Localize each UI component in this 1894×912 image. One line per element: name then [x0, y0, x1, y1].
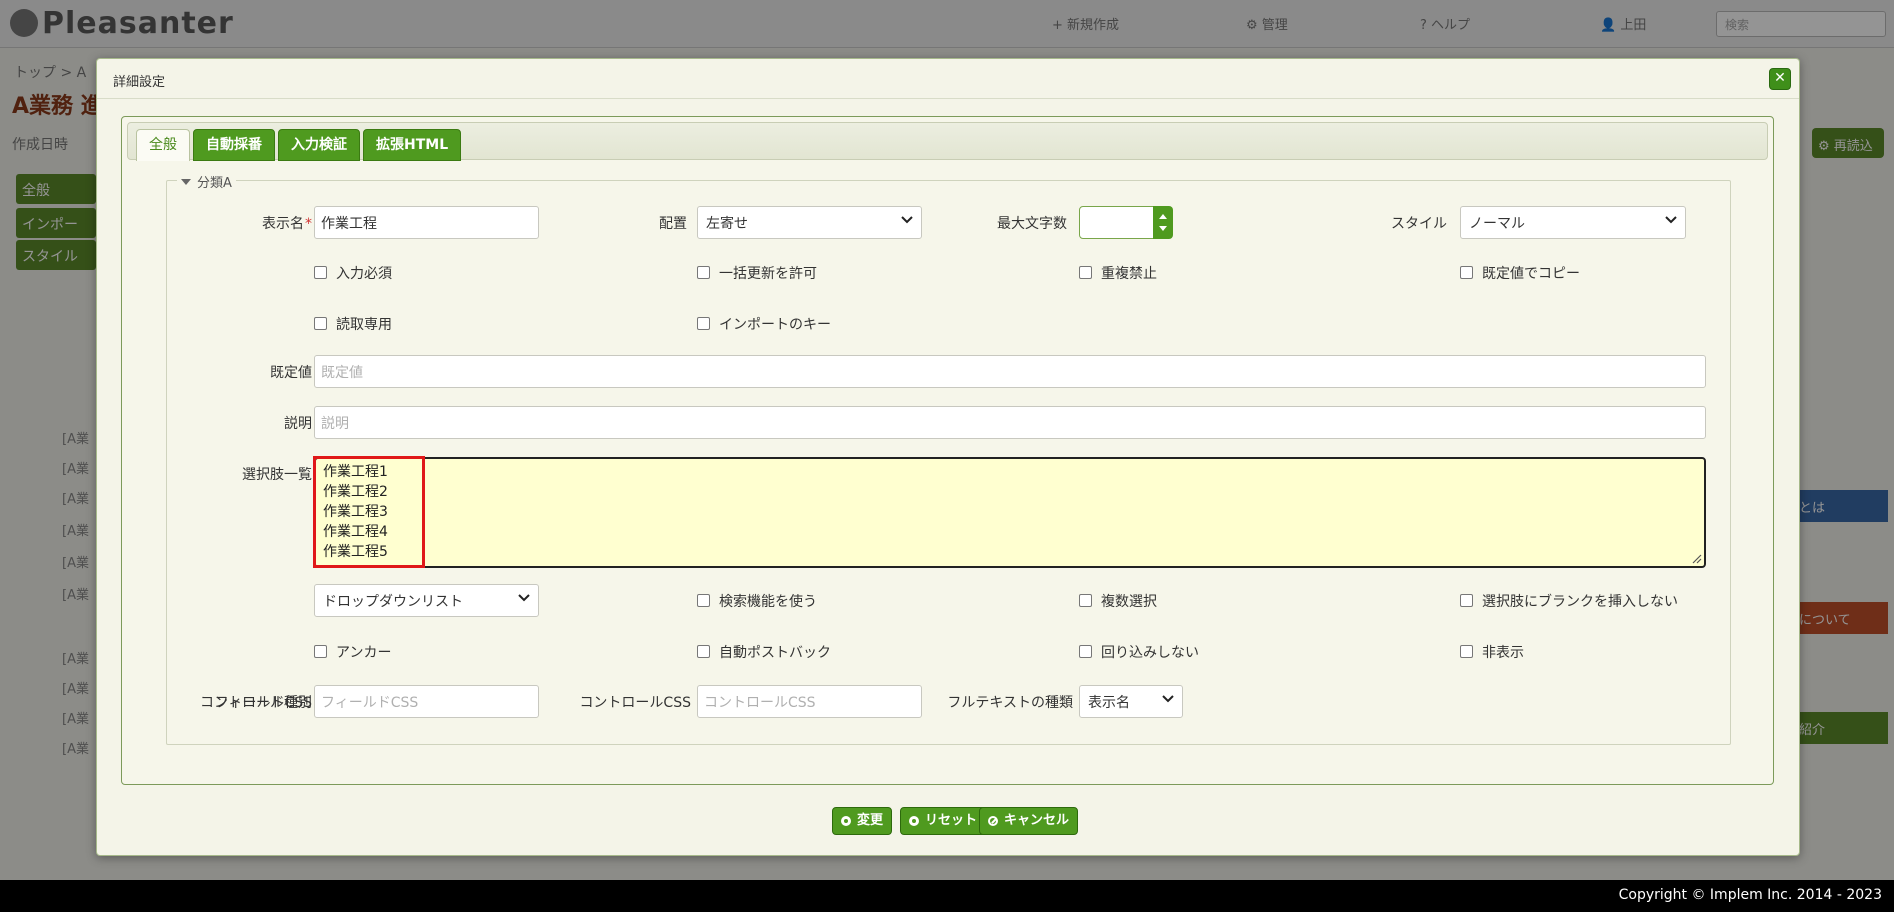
fulltext-type-select[interactable]: 表示名 — [1079, 685, 1183, 718]
cancel-button[interactable]: キャンセル — [979, 807, 1079, 835]
fieldset-category-a: 分類A 表示名* 作業工程 配置 左寄せ 最大文字数 スタイル ノーマル 入力必… — [166, 172, 1731, 745]
highlight-box — [313, 456, 425, 568]
checkbox-box[interactable] — [1079, 594, 1092, 607]
control-css-label: コントロールCSS — [579, 695, 691, 711]
stepper-up-icon[interactable] — [1159, 214, 1167, 219]
checkbox-import-key[interactable]: インポートのキー — [697, 314, 831, 334]
checkbox-box[interactable] — [1460, 266, 1473, 279]
checkbox-box[interactable] — [1079, 645, 1092, 658]
dialog-title: 詳細設定 — [113, 75, 166, 90]
choices-textarea[interactable]: 作業工程1 作業工程2 作業工程3 作業工程4 作業工程5 — [314, 457, 1706, 568]
default-value-input[interactable]: 既定値 — [314, 355, 1706, 388]
max-length-stepper[interactable] — [1079, 206, 1173, 239]
checkbox-box[interactable] — [697, 594, 710, 607]
max-length-label: 最大文字数 — [997, 216, 1067, 232]
checkbox-copy-default[interactable]: 既定値でコピー — [1460, 263, 1580, 283]
reset-button[interactable]: リセット — [900, 807, 987, 835]
checkbox-box[interactable] — [697, 266, 710, 279]
gear-icon — [841, 816, 851, 826]
control-type-select[interactable]: ドロップダウンリスト — [314, 584, 539, 617]
chevron-down-icon — [1665, 215, 1677, 225]
checkbox-no-blank[interactable]: 選択肢にブランクを挿入しない — [1460, 591, 1678, 611]
chevron-down-icon — [518, 593, 530, 603]
cancel-icon — [988, 816, 998, 826]
description-label: 説明 — [284, 416, 312, 432]
checkbox-box[interactable] — [314, 317, 327, 330]
choices-label: 選択肢一覧 — [242, 467, 312, 483]
alignment-label: 配置 — [659, 216, 687, 232]
close-icon[interactable]: ✕ — [1769, 68, 1791, 90]
display-name-input[interactable]: 作業工程 — [314, 206, 539, 239]
checkbox-box[interactable] — [1079, 266, 1092, 279]
field-css-input[interactable]: フィールドCSS — [314, 685, 539, 718]
checkbox-anchor[interactable]: アンカー — [314, 642, 391, 662]
max-length-input[interactable] — [1079, 206, 1157, 239]
description-input[interactable]: 説明 — [314, 406, 1706, 439]
chevron-down-icon — [1162, 694, 1174, 704]
checkbox-box[interactable] — [697, 645, 710, 658]
checkbox-bulk-update[interactable]: 一括更新を許可 — [697, 263, 817, 283]
stepper-down-icon[interactable] — [1159, 226, 1167, 231]
checkbox-search-function[interactable]: 検索機能を使う — [697, 591, 817, 611]
tab-extended-html[interactable]: 拡張HTML — [363, 129, 462, 161]
dialog-content: 全般 自動採番 入力検証 拡張HTML 分類A 表示名* 作業工程 配置 左寄せ… — [121, 116, 1774, 785]
style-label: スタイル — [1391, 216, 1447, 232]
checkbox-auto-postback[interactable]: 自動ポストバック — [697, 642, 831, 662]
stepper-arrows[interactable] — [1153, 206, 1173, 239]
checkbox-required[interactable]: 入力必須 — [314, 263, 392, 283]
tab-bar: 全般 自動採番 入力検証 拡張HTML — [127, 122, 1768, 161]
tab-auto-number[interactable]: 自動採番 — [193, 129, 275, 161]
default-value-label: 既定値 — [270, 365, 312, 381]
checkbox-no-wrap[interactable]: 回り込みしない — [1079, 642, 1199, 662]
checkbox-no-duplicate[interactable]: 重複禁止 — [1079, 263, 1157, 283]
alignment-select[interactable]: 左寄せ — [697, 206, 922, 239]
checkbox-box[interactable] — [1460, 594, 1473, 607]
fulltext-type-label: フルテキストの種類 — [947, 695, 1073, 711]
display-name-label: 表示名* — [262, 216, 312, 232]
collapse-triangle-icon — [181, 179, 191, 185]
checkbox-box[interactable] — [314, 645, 327, 658]
advanced-settings-dialog: 詳細設定 ✕ 全般 自動採番 入力検証 拡張HTML 分類A 表示名* 作業工程… — [96, 58, 1800, 856]
change-button[interactable]: 変更 — [832, 807, 893, 835]
fieldset-legend[interactable]: 分類A — [177, 172, 236, 191]
checkbox-multiple[interactable]: 複数選択 — [1079, 591, 1157, 611]
footer: Copyright © Implem Inc. 2014 - 2023 — [0, 880, 1894, 912]
checkbox-box[interactable] — [697, 317, 710, 330]
dialog-titlebar[interactable]: 詳細設定 ✕ — [97, 59, 1799, 99]
control-css-input[interactable]: コントロールCSS — [697, 685, 922, 718]
checkbox-read-only[interactable]: 読取専用 — [314, 314, 392, 334]
resize-grip-icon[interactable] — [1692, 554, 1702, 564]
chevron-down-icon — [901, 215, 913, 225]
checkbox-box[interactable] — [314, 266, 327, 279]
field-css-label: フィールドCSS — [214, 695, 312, 711]
checkbox-box[interactable] — [1460, 645, 1473, 658]
tab-validation[interactable]: 入力検証 — [278, 129, 360, 161]
tab-general[interactable]: 全般 — [136, 129, 190, 161]
gear-icon — [909, 816, 919, 826]
checkbox-hidden[interactable]: 非表示 — [1460, 642, 1524, 662]
copyright-text: Copyright © Implem Inc. 2014 - 2023 — [1618, 887, 1882, 903]
style-select[interactable]: ノーマル — [1460, 206, 1686, 239]
